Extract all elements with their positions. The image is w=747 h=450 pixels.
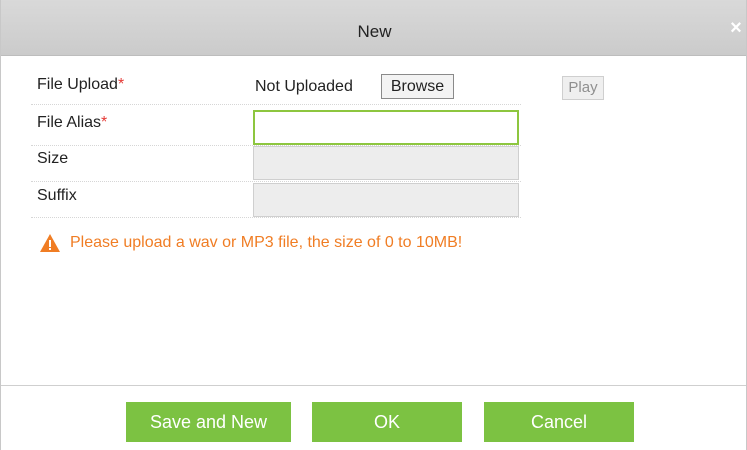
file-alias-input[interactable] bbox=[253, 110, 519, 145]
row-divider bbox=[31, 217, 521, 218]
browse-button[interactable]: Browse bbox=[381, 74, 454, 99]
required-mark: * bbox=[117, 76, 125, 93]
file-upload-label-text: File Upload bbox=[37, 76, 118, 93]
required-mark: * bbox=[101, 114, 108, 131]
file-upload-label: File Upload* bbox=[37, 76, 124, 94]
size-label: Size bbox=[37, 150, 69, 167]
file-alias-label-text: File Alias bbox=[37, 114, 102, 131]
new-file-dialog: New × File Upload* Not Uploaded Browse P… bbox=[0, 0, 747, 450]
size-field bbox=[253, 146, 519, 180]
warning-text: Please upload a wav or MP3 file, the siz… bbox=[70, 234, 463, 251]
dialog-title: New bbox=[357, 22, 392, 41]
row-divider bbox=[31, 104, 521, 105]
file-alias-label: File Alias* bbox=[37, 114, 107, 132]
suffix-label: Suffix bbox=[37, 187, 77, 204]
warning-triangle-icon bbox=[39, 233, 61, 253]
suffix-field bbox=[253, 183, 519, 217]
footer-divider bbox=[1, 385, 746, 386]
close-icon[interactable]: × bbox=[728, 18, 744, 38]
play-button[interactable]: Play bbox=[562, 76, 604, 100]
save-and-new-button[interactable]: Save and New bbox=[126, 402, 291, 442]
upload-status: Not Uploaded bbox=[255, 78, 353, 95]
upload-warning: Please upload a wav or MP3 file, the siz… bbox=[39, 233, 462, 253]
row-divider bbox=[31, 181, 521, 182]
dialog-titlebar: New × bbox=[1, 0, 746, 56]
ok-button[interactable]: OK bbox=[312, 402, 462, 442]
cancel-button[interactable]: Cancel bbox=[484, 402, 634, 442]
